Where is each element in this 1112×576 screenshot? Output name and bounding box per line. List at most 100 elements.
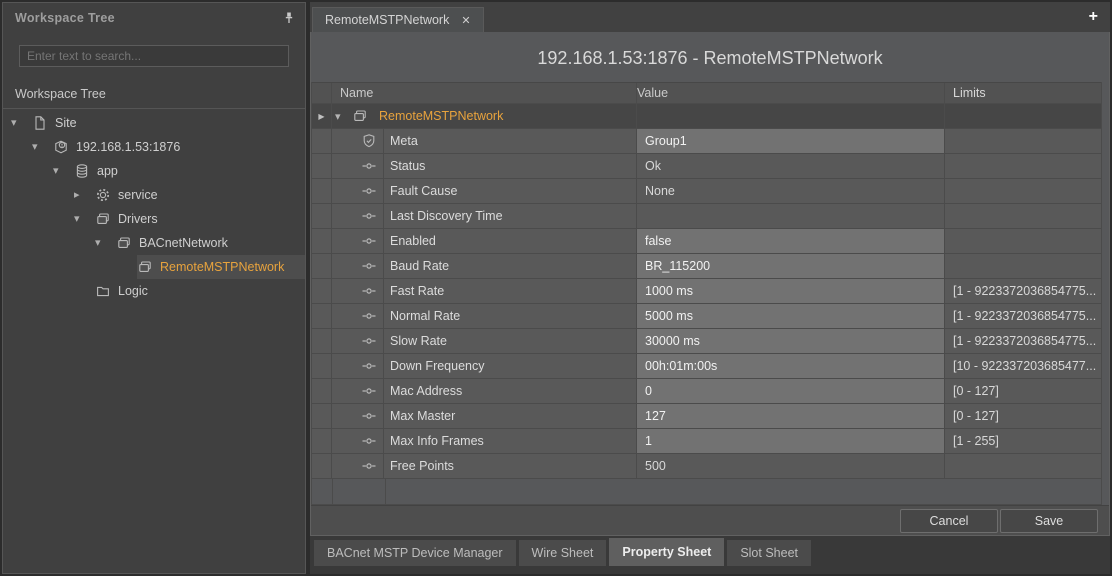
tree-item-body[interactable]: Drivers — [95, 207, 305, 231]
column-header-limits: Limits — [945, 83, 1101, 103]
property-row[interactable]: Free Points 500 — [312, 454, 1101, 479]
row-handle-icon[interactable]: ▶ — [318, 112, 324, 121]
property-row[interactable]: Fault Cause None — [312, 179, 1101, 204]
property-name-cell: Mac Address — [332, 379, 637, 403]
stack-icon — [352, 108, 369, 124]
document-icon — [32, 115, 49, 131]
property-row[interactable]: Max Master 127 [0 - 127] — [312, 404, 1101, 429]
view-tab[interactable]: Property Sheet — [609, 538, 724, 566]
row-gutter — [312, 429, 332, 453]
column-header-label: Value — [637, 86, 668, 100]
property-row[interactable]: Meta Group1 — [312, 129, 1101, 154]
property-name-cell: Down Frequency — [332, 354, 637, 378]
property-icon — [361, 433, 378, 449]
expander-icon[interactable]: ▾ — [32, 142, 53, 153]
expander-icon[interactable]: ▾ — [11, 118, 32, 129]
collapse-icon[interactable]: ▾ — [335, 110, 352, 123]
save-button[interactable]: Save — [1000, 509, 1098, 533]
property-limits: [1 - 9223372036854775... — [953, 309, 1096, 323]
add-tab-icon[interactable]: + — [1089, 9, 1098, 25]
row-gutter — [312, 379, 332, 403]
property-row[interactable]: Fast Rate 1000 ms [1 - 9223372036854775.… — [312, 279, 1101, 304]
property-row[interactable]: Slow Rate 30000 ms [1 - 9223372036854775… — [312, 329, 1101, 354]
property-value: None — [645, 184, 675, 198]
cancel-button[interactable]: Cancel — [900, 509, 998, 533]
tree-item[interactable]: RemoteMSTPNetwork — [3, 255, 305, 279]
tree-item-body[interactable]: 192.168.1.53:1876 — [53, 135, 305, 159]
network-node-row[interactable]: ▶ ▾ RemoteMSTPNetwork — [312, 104, 1101, 129]
expander-icon[interactable]: ▸ — [74, 190, 95, 201]
tree-item-body[interactable]: BACnetNetwork — [116, 231, 305, 255]
tree-item-body[interactable]: RemoteMSTPNetwork — [137, 255, 305, 279]
stack-icon — [137, 259, 154, 275]
property-value: 30000 ms — [645, 334, 700, 348]
property-row[interactable]: Enabled false — [312, 229, 1101, 254]
property-name: Free Points — [384, 459, 454, 473]
view-title: 192.168.1.53:1876 - RemoteMSTPNetwork — [311, 32, 1109, 82]
property-row[interactable]: Normal Rate 5000 ms [1 - 922337203685477… — [312, 304, 1101, 329]
tab-label: RemoteMSTPNetwork — [325, 13, 449, 27]
tab-remote-mstp-network[interactable]: RemoteMSTPNetwork ✕ — [312, 7, 484, 32]
tree-item[interactable]: ▾ Site — [3, 111, 305, 135]
tree-item[interactable]: ▾ 192.168.1.53:1876 — [3, 135, 305, 159]
tree-item[interactable]: ▸ service — [3, 183, 305, 207]
property-value-cell[interactable]: 00h:01m:00s — [637, 354, 945, 378]
expander-icon[interactable]: ▾ — [95, 238, 116, 249]
row-gutter — [312, 154, 332, 178]
node-value-cell — [637, 104, 945, 128]
property-value-cell[interactable]: Group1 — [637, 129, 945, 153]
property-row[interactable]: Mac Address 0 [0 - 127] — [312, 379, 1101, 404]
property-value: 5000 ms — [645, 309, 693, 323]
view-tab[interactable]: BACnet MSTP Device Manager — [314, 540, 516, 566]
expander-icon[interactable]: ▾ — [74, 214, 95, 225]
view-tab[interactable]: Wire Sheet — [519, 540, 607, 566]
property-value-cell[interactable]: 5000 ms — [637, 304, 945, 328]
tree-item-body[interactable]: app — [74, 159, 305, 183]
tree-item[interactable]: ▾ app — [3, 159, 305, 183]
search-container — [3, 31, 305, 77]
property-value-cell[interactable]: BR_115200 — [637, 254, 945, 278]
property-row[interactable]: Last Discovery Time — [312, 204, 1101, 229]
view-tab-label: Wire Sheet — [532, 546, 594, 560]
property-value-cell[interactable]: 0 — [637, 379, 945, 403]
property-value-cell[interactable]: false — [637, 229, 945, 253]
property-limits-cell: [1 - 9223372036854775... — [945, 329, 1101, 353]
property-limits-cell — [945, 454, 1101, 478]
node-name-cell[interactable]: ▾ RemoteMSTPNetwork — [332, 104, 637, 128]
property-value-cell — [637, 204, 945, 228]
property-row[interactable]: Down Frequency 00h:01m:00s [10 - 9223372… — [312, 354, 1101, 379]
property-value-cell[interactable]: 1 — [637, 429, 945, 453]
property-icon — [361, 408, 378, 424]
property-name: Meta — [384, 134, 418, 148]
property-name-cell: Max Master — [332, 404, 637, 428]
panel-title: Workspace Tree — [15, 11, 281, 25]
property-value: Group1 — [645, 134, 687, 148]
tree-item-body[interactable]: service — [95, 183, 305, 207]
view-tab[interactable]: Slot Sheet — [727, 540, 811, 566]
property-row[interactable]: Status Ok — [312, 154, 1101, 179]
search-input[interactable] — [19, 45, 289, 67]
tree-item-body[interactable]: Logic — [95, 279, 305, 303]
close-icon[interactable]: ✕ — [461, 14, 470, 27]
property-name-cell: Enabled — [332, 229, 637, 253]
row-gutter — [312, 129, 332, 153]
property-value-cell[interactable]: 127 — [637, 404, 945, 428]
property-value-cell[interactable]: 30000 ms — [637, 329, 945, 353]
node-limits-cell — [945, 104, 1101, 128]
tree-item[interactable]: ▾ Drivers — [3, 207, 305, 231]
property-name: Normal Rate — [384, 309, 460, 323]
row-gutter — [312, 454, 332, 478]
row-gutter — [312, 404, 332, 428]
property-row[interactable]: Baud Rate BR_115200 — [312, 254, 1101, 279]
property-value-cell[interactable]: 1000 ms — [637, 279, 945, 303]
pin-icon[interactable] — [281, 10, 297, 26]
property-value: 1 — [645, 434, 652, 448]
property-limits-cell — [945, 129, 1101, 153]
tree-item[interactable]: ▾ BACnetNetwork — [3, 231, 305, 255]
tree-item-body[interactable]: Site — [32, 111, 305, 135]
property-name-cell: Baud Rate — [332, 254, 637, 278]
expander-icon[interactable]: ▾ — [53, 166, 74, 177]
property-row[interactable]: Max Info Frames 1 [1 - 255] — [312, 429, 1101, 454]
tree-item[interactable]: Logic — [3, 279, 305, 303]
property-name-cell: Slow Rate — [332, 329, 637, 353]
